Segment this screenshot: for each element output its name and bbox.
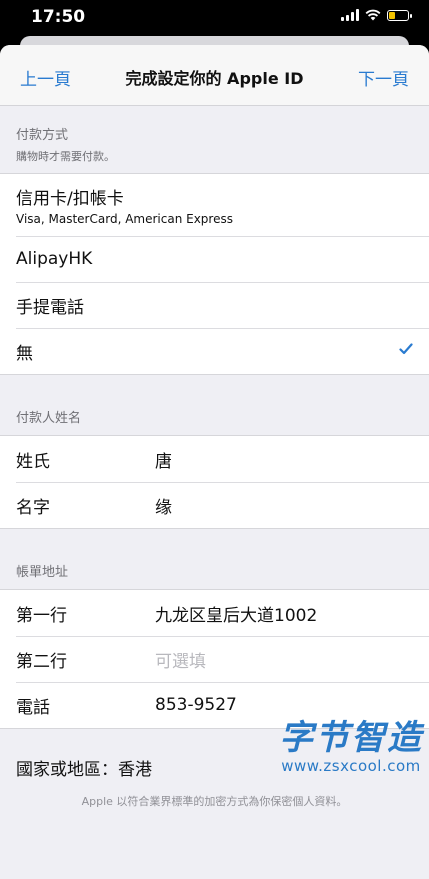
navigation-bar: 上一頁 完成設定你的 Apple ID 下一頁 xyxy=(0,45,429,106)
first-name-row[interactable]: 名字 缘 xyxy=(0,482,429,528)
watermark-logo-text: 字节智造 xyxy=(279,718,423,758)
battery-icon xyxy=(387,9,412,21)
billing-address-heading: 帳單地址 xyxy=(16,565,69,580)
privacy-footer: Apple 以符合業界標準的加密方式為你保密個人資料。 xyxy=(81,795,348,808)
last-name-field[interactable]: 唐 xyxy=(155,447,172,472)
payment-option-label: 無 xyxy=(16,343,33,364)
payment-option-label: 信用卡/扣帳卡 xyxy=(16,189,124,209)
address-line2-field[interactable]: 可選填 xyxy=(155,647,206,672)
phone-label: 電話 xyxy=(16,697,50,718)
address-line1-row[interactable]: 第一行 九龙区皇后大道1002 xyxy=(0,590,429,636)
payment-options-list: 信用卡/扣帳卡 Visa, MasterCard, American Expre… xyxy=(0,173,429,375)
last-name-row[interactable]: 姓氏 唐 xyxy=(0,436,429,482)
payment-option-alipayhk[interactable]: AlipayHK xyxy=(0,236,429,282)
payer-name-list: 姓氏 唐 名字 缘 xyxy=(0,435,429,529)
first-name-label: 名字 xyxy=(16,497,50,518)
status-bar: 17:50 xyxy=(0,0,429,36)
payment-option-detail: Visa, MasterCard, American Express xyxy=(16,212,233,226)
wifi-icon xyxy=(365,9,381,21)
payment-method-heading: 付款方式 xyxy=(16,128,69,143)
payment-option-none[interactable]: 無 xyxy=(0,328,429,374)
address-line1-field[interactable]: 九龙区皇后大道1002 xyxy=(155,601,317,626)
watermark: 字节智造 www.zsxcool.com xyxy=(279,710,423,775)
cellular-signal-icon xyxy=(341,9,359,21)
watermark-url: www.zsxcool.com xyxy=(281,757,421,775)
payment-option-mobile[interactable]: 手提電話 xyxy=(0,282,429,328)
next-button[interactable]: 下一頁 xyxy=(358,65,409,90)
checkmark-icon xyxy=(399,343,413,355)
billing-address-list: 第一行 九龙区皇后大道1002 第二行 可選填 電話 853-9527 xyxy=(0,589,429,729)
payer-name-heading: 付款人姓名 xyxy=(16,411,82,426)
address-line2-row[interactable]: 第二行 可選填 xyxy=(0,636,429,682)
phone-field[interactable]: 853-9527 xyxy=(155,695,237,715)
address-line1-label: 第一行 xyxy=(16,605,67,626)
first-name-field[interactable]: 缘 xyxy=(155,493,172,518)
last-name-label: 姓氏 xyxy=(16,451,50,472)
payment-section-header: 付款方式 購物時才需要付款。 xyxy=(0,106,429,173)
payer-section-header: 付款人姓名 xyxy=(0,375,429,435)
address-line2-label: 第二行 xyxy=(16,651,67,672)
status-icons xyxy=(341,9,412,21)
payment-option-label: 手提電話 xyxy=(16,297,84,318)
payment-method-note: 購物時才需要付款。 xyxy=(16,150,115,163)
status-time: 17:50 xyxy=(31,7,86,27)
payment-option-label: AlipayHK xyxy=(16,249,93,269)
payment-option-card[interactable]: 信用卡/扣帳卡 Visa, MasterCard, American Expre… xyxy=(0,174,429,236)
billing-section-header: 帳單地址 xyxy=(0,529,429,589)
